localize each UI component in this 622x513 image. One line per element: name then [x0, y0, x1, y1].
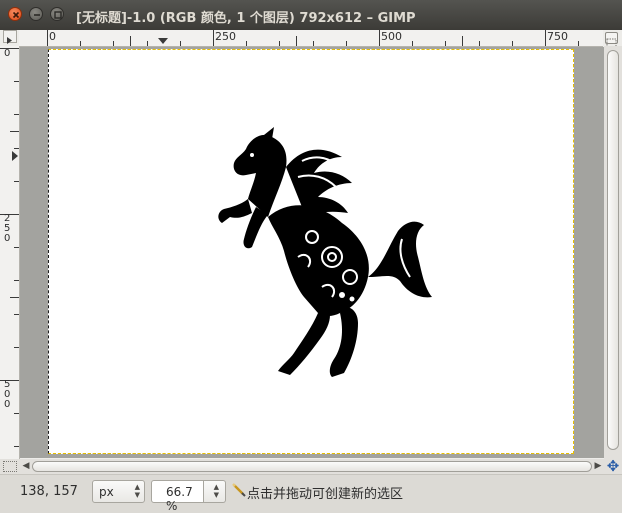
scroll-left-button[interactable]: ◀	[20, 460, 32, 472]
image-workspace: 0 250 500 750 0 250 500 ◀ ▶ ✥	[0, 30, 622, 474]
maximize-button[interactable]	[50, 7, 64, 21]
zoom-fit-button[interactable]	[3, 461, 17, 472]
horizontal-scrollbar-thumb[interactable]	[32, 461, 592, 472]
layer-boundary	[48, 49, 574, 454]
status-bar: 138, 157 px ▲ ▼ 66.7 % ▲ ▼ 点击并拖动可创建新的选区	[0, 474, 622, 513]
canvas-viewport[interactable]	[20, 47, 604, 458]
ruler-label: 750	[547, 30, 568, 43]
menu-corner-button[interactable]	[3, 30, 17, 44]
close-button[interactable]	[8, 7, 22, 21]
quick-mask-toggle[interactable]	[605, 32, 618, 48]
navigate-icon: ✥	[606, 457, 620, 475]
horizontal-ruler[interactable]: 0 250 500 750	[19, 30, 603, 47]
pointer-marker	[158, 38, 168, 44]
ruler-label: 0	[4, 48, 11, 59]
status-hint: 点击并拖动可创建新的选区	[247, 487, 404, 502]
ruler-label: 500	[381, 30, 402, 43]
scroll-right-button[interactable]: ▶	[592, 460, 604, 472]
spin-arrows-icon: ▲ ▼	[213, 483, 219, 499]
zoom-dropdown[interactable]: ▲ ▼	[204, 480, 226, 503]
zoom-value: 66.7 %	[166, 485, 193, 513]
close-icon	[12, 11, 20, 19]
horizontal-scroll-row: ◀ ▶ ✥	[0, 459, 622, 474]
window-title: [无标题]-1.0 (RGB 颜色, 1 个图层) 792x612 – GIMP	[76, 11, 416, 26]
ruler-label: 250	[215, 30, 236, 43]
pencil-icon	[232, 483, 246, 497]
pointer-coordinates: 138, 157	[20, 484, 78, 499]
minimize-icon	[34, 14, 40, 16]
chevron-right-icon: ▶	[594, 461, 602, 471]
ruler-label: 0	[49, 30, 56, 43]
minimize-button[interactable]	[29, 7, 43, 21]
pointer-marker	[12, 151, 18, 161]
chevron-left-icon: ◀	[22, 461, 30, 471]
unit-selector[interactable]: px ▲ ▼	[92, 480, 145, 503]
title-bar: [无标题]-1.0 (RGB 颜色, 1 个图层) 792x612 – GIMP	[0, 0, 622, 30]
spin-arrows-icon: ▲ ▼	[134, 483, 140, 499]
zoom-input[interactable]: 66.7 %	[151, 480, 204, 513]
ruler-label: 500	[4, 379, 11, 410]
vertical-scrollbar-thumb[interactable]	[607, 50, 619, 450]
menu-arrow-icon	[7, 37, 12, 44]
navigate-button[interactable]: ✥	[605, 459, 621, 474]
unit-value: px	[99, 485, 114, 499]
maximize-icon	[54, 11, 62, 19]
vertical-ruler[interactable]: 0 250 500	[0, 46, 20, 459]
ruler-label: 250	[4, 213, 11, 244]
vertical-scrollbar[interactable]	[604, 46, 622, 459]
